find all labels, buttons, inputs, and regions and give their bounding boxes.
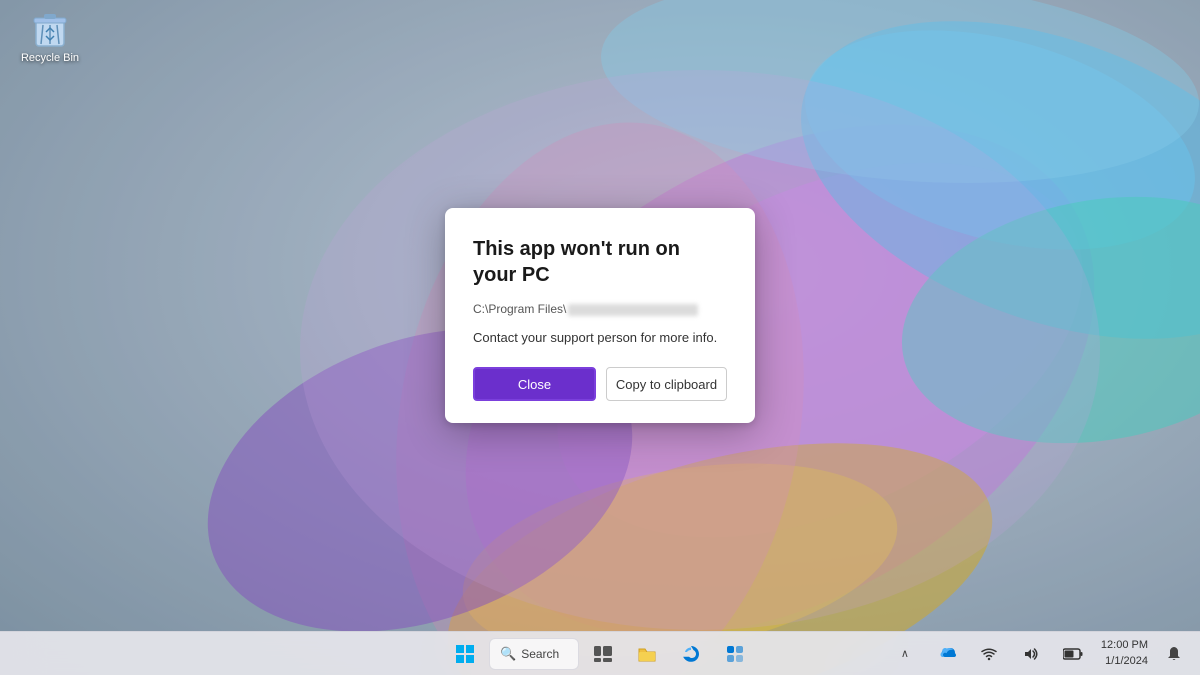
widgets-button[interactable] xyxy=(715,636,755,672)
battery-icon[interactable] xyxy=(1053,636,1093,672)
notification-button[interactable] xyxy=(1156,636,1192,672)
system-clock[interactable]: 12:00 PM 1/1/2024 xyxy=(1095,638,1154,669)
taskbar-center: 🔍 Search xyxy=(445,636,755,672)
dialog-title: This app won't run on your PC xyxy=(473,236,727,288)
desktop: Recycle Bin This app won't run on your P… xyxy=(0,0,1200,675)
dialog-path: C:\Program Files\ xyxy=(473,302,727,316)
taskbar: 🔍 Search xyxy=(0,631,1200,675)
volume-icon[interactable] xyxy=(1011,636,1051,672)
wifi-icon[interactable] xyxy=(969,636,1009,672)
show-hidden-icons-button[interactable]: ∧ xyxy=(885,636,925,672)
start-button[interactable] xyxy=(445,636,485,672)
path-blur xyxy=(568,304,698,316)
dialog-overlay: This app won't run on your PC C:\Program… xyxy=(0,0,1200,631)
file-explorer-button[interactable] xyxy=(627,636,667,672)
dialog-message: Contact your support person for more inf… xyxy=(473,328,727,348)
taskbar-right: ∧ xyxy=(885,636,1192,672)
search-button[interactable]: 🔍 Search xyxy=(489,638,579,670)
edge-browser-button[interactable] xyxy=(671,636,711,672)
clock-date: 1/1/2024 xyxy=(1101,654,1148,669)
onedrive-icon[interactable] xyxy=(927,636,967,672)
close-button[interactable]: Close xyxy=(473,367,596,401)
search-label: Search xyxy=(521,647,559,661)
path-prefix: C:\Program Files\ xyxy=(473,302,566,316)
error-dialog: This app won't run on your PC C:\Program… xyxy=(445,208,755,424)
clock-time: 12:00 PM xyxy=(1101,638,1148,653)
task-view-button[interactable] xyxy=(583,636,623,672)
copy-to-clipboard-button[interactable]: Copy to clipboard xyxy=(606,367,727,401)
search-icon: 🔍 xyxy=(500,646,516,662)
dialog-buttons: Close Copy to clipboard xyxy=(473,367,727,401)
